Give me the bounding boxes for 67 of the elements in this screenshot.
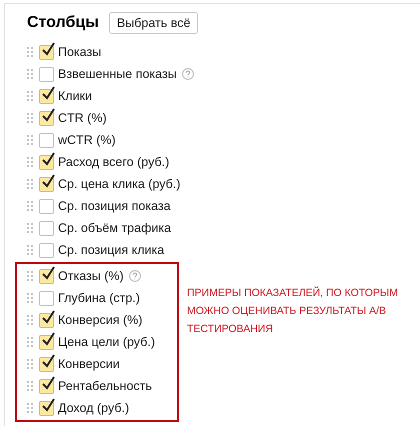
column-label: CTR (%): [58, 110, 107, 127]
checkbox[interactable]: [39, 154, 54, 170]
drag-handle-icon[interactable]: [27, 69, 33, 79]
help-icon[interactable]: [182, 68, 194, 80]
checkmark-icon: [41, 376, 55, 390]
drag-handle-icon[interactable]: [27, 91, 33, 101]
checkmark-icon: [41, 152, 55, 166]
checkbox[interactable]: [39, 176, 54, 192]
checkbox[interactable]: [39, 290, 54, 306]
drag-handle-icon[interactable]: [27, 157, 33, 167]
column-label: Клики: [58, 88, 92, 105]
drag-handle-icon[interactable]: [27, 293, 33, 303]
column-label: Конверсия (%): [58, 312, 142, 329]
checkmark-icon: [41, 108, 55, 122]
panel-title: Столбцы: [27, 13, 99, 33]
checkmark-icon: [41, 310, 55, 324]
drag-handle-icon[interactable]: [27, 47, 33, 57]
checkbox[interactable]: [39, 44, 54, 60]
checkmark-icon: [41, 174, 55, 188]
checkbox[interactable]: [39, 400, 54, 416]
column-label: Глубина (стр.): [58, 290, 140, 307]
select-all-button[interactable]: Выбрать всё: [108, 12, 198, 34]
drag-handle-icon[interactable]: [27, 315, 33, 325]
column-label: Показы: [58, 44, 102, 61]
checkbox[interactable]: [39, 198, 54, 214]
drag-handle-icon[interactable]: [27, 337, 33, 347]
checkbox[interactable]: [39, 356, 54, 372]
checkbox[interactable]: [39, 334, 54, 350]
column-label: Рентабельность: [58, 378, 152, 395]
drag-handle-icon[interactable]: [27, 271, 33, 281]
help-icon[interactable]: [128, 270, 141, 282]
drag-handle-icon[interactable]: [27, 223, 33, 233]
drag-handle-icon[interactable]: [27, 201, 33, 211]
checkmark-icon: [41, 42, 55, 56]
column-label: Конверсии: [58, 356, 120, 373]
checkbox[interactable]: [39, 378, 54, 394]
column-label: Взвешенные показы: [58, 66, 177, 83]
column-label: Ср. позиция показа: [58, 198, 171, 215]
column-label: Ср. цена клика (руб.): [58, 176, 180, 193]
checkbox[interactable]: [39, 110, 54, 126]
checkbox[interactable]: [39, 220, 54, 236]
checkbox[interactable]: [39, 66, 54, 82]
column-label: Отказы (%): [58, 268, 124, 285]
checkbox[interactable]: [39, 268, 54, 284]
checkbox[interactable]: [39, 312, 54, 328]
drag-handle-icon[interactable]: [27, 403, 33, 413]
column-label: Ср. объём трафика: [58, 220, 172, 237]
column-label: Цена цели (руб.): [58, 334, 155, 351]
checkbox[interactable]: [39, 242, 54, 258]
checkmark-icon: [41, 266, 55, 280]
column-label: Доход (руб.): [58, 400, 130, 417]
column-label: Расход всего (руб.): [58, 154, 170, 171]
drag-handle-icon[interactable]: [27, 381, 33, 391]
column-label: Ср. позиция клика: [58, 242, 164, 259]
checkmark-icon: [41, 354, 55, 368]
checkbox[interactable]: [39, 132, 54, 148]
drag-handle-icon[interactable]: [27, 245, 33, 255]
drag-handle-icon[interactable]: [27, 359, 33, 369]
drag-handle-icon[interactable]: [27, 135, 33, 145]
drag-handle-icon[interactable]: [27, 179, 33, 189]
checkmark-icon: [41, 398, 55, 412]
checkmark-icon: [41, 332, 55, 346]
annotation-note: ПРИМЕРЫ ПОКАЗАТЕЛЕЙ, ПО КОТОРЫМ МОЖНО ОЦЕНИВАТЬ РЕЗУЛЬТАТЫ A/B ТЕСТИРОВАНИЯ: [187, 286, 399, 337]
checkmark-icon: [41, 86, 55, 100]
drag-handle-icon[interactable]: [27, 113, 33, 123]
checkbox[interactable]: [39, 88, 54, 104]
column-label: wCTR (%): [58, 132, 116, 149]
